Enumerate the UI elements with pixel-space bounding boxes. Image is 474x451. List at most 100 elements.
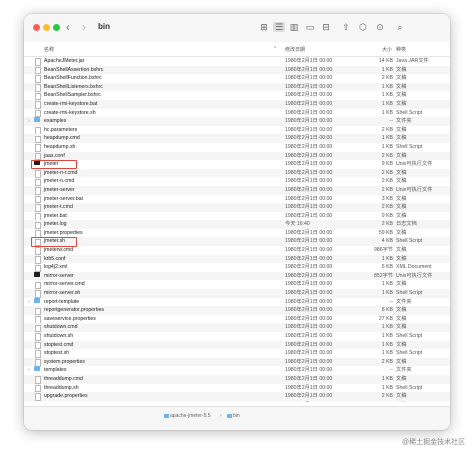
file-row-jmeter-server[interactable]: jmeter-server 1980年2月1日 00:00 2 KB Unix可执行文… [24, 185, 450, 195]
file-kind: Java JAR文件 [396, 58, 429, 64]
file-date: 1980年2月1日 00:00 [285, 264, 333, 271]
file-row-saveservice-properties[interactable]: saveservice.properties 1980年2月1日 00:00 27 … [24, 315, 450, 324]
file-name: jaas.conf [44, 152, 65, 159]
file-kind: 文稿 [396, 307, 407, 314]
close-window-button[interactable] [33, 24, 40, 31]
file-size: 1 KB [381, 375, 393, 382]
column-name-header[interactable]: 名称 [44, 46, 54, 53]
file-row-log4j2-xml[interactable]: log4j2.xml 1980年2月1日 00:00 5 KB XML Documen… [24, 263, 450, 273]
file-row-system-properties[interactable]: system.properties 1980年2月1日 00:00 2 KB 文稿 [24, 357, 450, 367]
file-row-beanshellfunction-bshrc[interactable]: BeanShellFunction.bshrc 1980年2月1日 00:00 2 … [24, 74, 450, 84]
file-date: 1980年2月1日 00:00 [285, 186, 333, 193]
file-name: report-template [44, 298, 80, 305]
path-segment-parent[interactable]: apache-jmeter-5.5 [164, 413, 211, 419]
file-name: jmeter.sh [44, 238, 66, 245]
back-button[interactable]: ‹ [66, 20, 70, 34]
file-date: 1980年2月1日 00:00 [285, 178, 333, 185]
view-icons-button[interactable]: ⊞ [258, 22, 270, 32]
file-row-create-rmi-keystore-sh[interactable]: create-rmi-keystore.sh 1980年2月1日 00:00 1 K… [24, 109, 450, 118]
file-size: 2 KB [381, 204, 393, 211]
file-kind: 文稿 [396, 341, 407, 348]
file-row-beanshelllisteners-bshrc[interactable]: BeanShellListeners.bshrc 1980年2月1日 00:00 1… [24, 82, 450, 92]
file-date: 1980年2月1日 00:00 [285, 83, 333, 90]
column-kind-header[interactable]: 种类 [396, 46, 406, 53]
file-row-examples[interactable]: › examples 1980年2月1日 00:00 -- 文件夹 [24, 117, 450, 126]
file-row-beanshellassertion-bshrc[interactable]: BeanShellAssertion.bshrc 1980年2月1日 00:00 1… [24, 65, 450, 75]
file-size: 1 KB [381, 135, 393, 142]
file-row-jmeter-server-bat[interactable]: jmeter-server.bat 1980年2月1日 00:00 3 KB 文稿 [24, 195, 450, 204]
file-date: 1980年2月1日 00:00 [285, 384, 333, 391]
file-kind: Shell Script [396, 333, 423, 339]
file-date: 1980年2月1日 00:00 [285, 195, 333, 202]
disclosure-triangle-icon[interactable]: › [28, 117, 30, 126]
file-row-reportgenerator-properties[interactable]: reportgenerator.properties 1980年2月1日 00:0… [24, 306, 450, 316]
disclosure-triangle-icon[interactable]: › [28, 366, 30, 375]
file-kind: 文稿 [396, 315, 407, 322]
file-row-create-rmi-keystore-bat[interactable]: create-rmi-keystore.bat 1980年2月1日 00:00 1 … [24, 99, 450, 109]
file-name: mirror-server.cmd [44, 281, 85, 288]
group-button[interactable]: ⊟ [320, 22, 332, 32]
file-name: hc.parameters [44, 126, 78, 133]
file-row-jmeter-properties[interactable]: jmeter.properties 1980年2月1日 00:00 59 KB 文稿 [24, 229, 450, 238]
forward-button[interactable]: › [82, 20, 86, 34]
file-row-jmeter-t-cmd[interactable]: jmeter-t.cmd 1980年2月1日 00:00 2 KB 文稿 [24, 203, 450, 212]
file-row-jmeterw-cmd[interactable]: jmeterw.cmd 1980年2月1日 00:00 986字节 文稿 [24, 246, 450, 255]
column-size-header[interactable]: 大小 [382, 46, 392, 53]
file-name: heapdump.cmd [44, 135, 80, 142]
file-row-jmeter-log[interactable]: jmeter.log 今天 16:40 2 KB 日志文档 [24, 220, 450, 230]
file-name: user.properties [44, 401, 78, 403]
file-row-threaddump-sh[interactable]: threaddump.sh 1980年2月1日 00:00 1 KB Shell Sc… [24, 384, 450, 393]
file-row-threaddump-cmd[interactable]: threaddump.cmd 1980年2月1日 00:00 1 KB 文稿 [24, 374, 450, 384]
file-row-heapdump-sh[interactable]: heapdump.sh 1980年2月1日 00:00 1 KB Shell Scri… [24, 143, 450, 152]
file-date: 1980年2月1日 00:00 [285, 367, 333, 374]
file-row-jmeter-sh[interactable]: jmeter.sh 1980年2月1日 00:00 4 KB Shell Script [24, 237, 450, 247]
file-kind: 文稿 [396, 204, 407, 211]
file-row-shutdown-sh[interactable]: shutdown.sh 1980年2月1日 00:00 1 KB Shell Scri… [24, 332, 450, 341]
terminal-exec-icon [34, 271, 40, 277]
file-kind: 文稿 [396, 375, 407, 382]
file-row-jaas-conf[interactable]: jaas.conf 1980年2月1日 00:00 2 KB 文稿 [24, 151, 450, 161]
disclosure-triangle-icon[interactable]: › [28, 298, 30, 307]
file-size: 1 KB [381, 281, 393, 288]
minimize-window-button[interactable] [43, 24, 50, 31]
file-row-shutdown-cmd[interactable]: shutdown.cmd 1980年2月1日 00:00 1 KB 文稿 [24, 323, 450, 333]
file-kind: 文稿 [396, 66, 407, 73]
file-date: 1980年2月1日 00:00 [285, 152, 333, 159]
file-row-user-properties[interactable]: user.properties 1980年2月1日 00:00 2 KB文稿 [24, 401, 450, 403]
file-row-heapdump-cmd[interactable]: heapdump.cmd 1980年2月1日 00:00 1 KB 文稿 [24, 134, 450, 144]
folder-icon [34, 366, 40, 372]
file-row-stoptest-cmd[interactable]: stoptest.cmd 1980年2月1日 00:00 1 KB 文稿 [24, 340, 450, 350]
file-row-jmeter-bat[interactable]: jmeter.bat 1980年2月1日 00:00 9 KB 文稿 [24, 212, 450, 221]
file-name: jmeter-n.cmd [44, 178, 75, 185]
search-button[interactable]: ⌕ [394, 22, 406, 32]
view-list-button[interactable]: ☰ [273, 22, 285, 32]
share-button[interactable]: ⇧ [340, 22, 352, 32]
file-row-hc-parameters[interactable]: hc.parameters 1980年2月1日 00:00 2 KB 文稿 [24, 126, 450, 135]
file-row-apachejmeter-jar[interactable]: ApacheJMeter.jar 1980年2月1日 00:00 14 KB Java… [24, 57, 450, 66]
file-row-stoptest-sh[interactable]: stoptest.sh 1980年2月1日 00:00 1 KB Shell Scri… [24, 349, 450, 359]
column-header: 名称 ⌃ 修改日期 大小 种类 [24, 42, 450, 57]
file-row-mirror-server-cmd[interactable]: mirror-server.cmd 1980年2月1日 00:00 1 KB 文稿 [24, 280, 450, 290]
file-kind: 文稿 [396, 229, 407, 236]
file-row-krb5-conf[interactable]: krb5.conf 1980年2月1日 00:00 1 KB 文稿 [24, 254, 450, 264]
file-row-jmeter[interactable]: jmeter 1980年2月1日 00:00 9 KB Unix可执行文件 [24, 160, 450, 169]
view-columns-button[interactable]: ▥ [288, 22, 300, 32]
file-row-mirror-server[interactable]: mirror-server 1980年2月1日 00:00 852字节 Unix可执行… [24, 271, 450, 281]
file-size: 5 KB [381, 264, 393, 271]
sort-arrow-icon[interactable]: ⌃ [273, 46, 277, 52]
view-gallery-button[interactable]: ▭ [304, 22, 316, 32]
file-row-report-template[interactable]: › report-template 1980年2月1日 00:00 -- 文件夹 [24, 297, 450, 307]
file-row-beanshellsampler-bshrc[interactable]: BeanShellSampler.bshrc 1980年2月1日 00:00 1 K… [24, 91, 450, 101]
action-button[interactable]: ⊙ [374, 22, 386, 32]
column-date-header[interactable]: 修改日期 [285, 46, 305, 53]
path-segment-current[interactable]: bin [227, 413, 240, 419]
file-row-upgrade-properties[interactable]: upgrade.properties 1980年2月1日 00:00 2 KB 文稿 [24, 392, 450, 402]
file-row-jmeter-n-r-cmd[interactable]: jmeter-n-r.cmd 1980年2月1日 00:00 2 KB 文稿 [24, 168, 450, 178]
file-row-templates[interactable]: › templates 1980年2月1日 00:00 -- 文件夹 [24, 366, 450, 375]
file-list: ApacheJMeter.jar 1980年2月1日 00:00 14 KB Java… [24, 57, 450, 402]
tag-button[interactable]: ⬡ [357, 22, 369, 32]
file-row-jmeter-n-cmd[interactable]: jmeter-n.cmd 1980年2月1日 00:00 2 KB 文稿 [24, 177, 450, 187]
file-size: 1 KB [381, 143, 393, 150]
file-row-mirror-server-sh[interactable]: mirror-server.sh 1980年2月1日 00:00 1 KB Shell… [24, 289, 450, 298]
zoom-window-button[interactable] [53, 24, 60, 31]
